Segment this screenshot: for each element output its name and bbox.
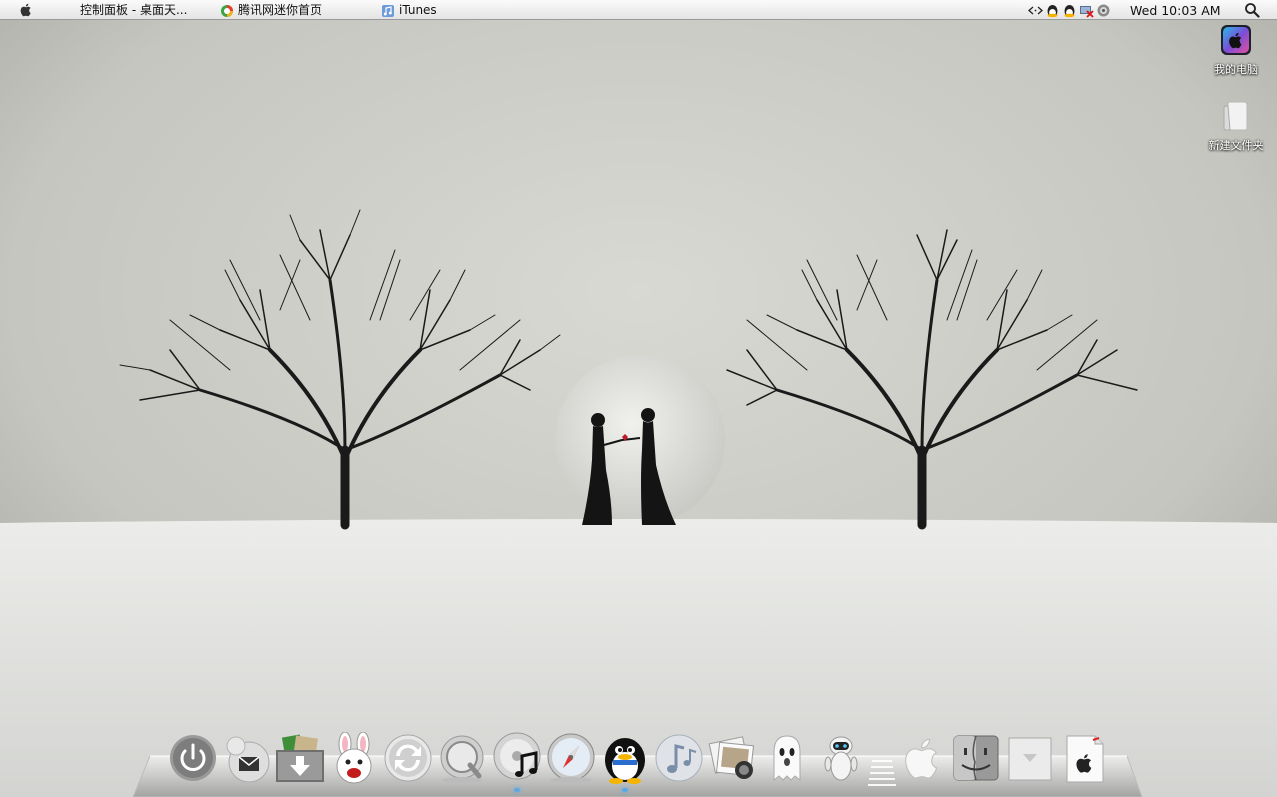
dock-item-qq[interactable] xyxy=(600,732,650,784)
network-arrows-icon[interactable] xyxy=(1028,3,1043,18)
dock-item-power[interactable] xyxy=(168,732,218,784)
dock-item-rabbit[interactable] xyxy=(329,731,379,784)
quicktime-icon xyxy=(440,735,484,783)
desktop-icon-new-folder[interactable]: 新建文件夹 xyxy=(1201,100,1271,153)
dock-item-robot[interactable] xyxy=(816,732,866,784)
running-indicator xyxy=(514,788,520,792)
dock-item-finder[interactable] xyxy=(951,732,1001,784)
qq-icon[interactable] xyxy=(1062,3,1077,18)
robot-icon xyxy=(824,736,858,781)
dock-item-safari[interactable] xyxy=(546,732,596,784)
taskbar-item-tencent[interactable]: 腾讯网迷你首页 xyxy=(220,3,322,18)
sync-icon xyxy=(384,734,432,782)
safari-icon xyxy=(547,733,595,783)
dock-item-photos[interactable] xyxy=(708,732,758,784)
menu-bar-clock[interactable]: Wed 10:03 AM xyxy=(1130,3,1221,18)
menu-bar: 控制面板 - 桌面天... 腾讯网迷你首页 iTunes Wed 10:03 A… xyxy=(0,0,1277,20)
spotlight-search-icon[interactable] xyxy=(1244,2,1260,18)
itunes-icon xyxy=(382,4,394,17)
taskbar-item-control-panel[interactable]: 控制面板 - 桌面天... xyxy=(80,3,187,18)
rabbit-icon xyxy=(336,731,372,784)
download-icon xyxy=(276,734,324,782)
ghost-icon xyxy=(773,735,801,782)
music-icon xyxy=(655,734,703,782)
photos-icon xyxy=(708,736,755,779)
desktop-icon-label: 新建文件夹 xyxy=(1208,139,1264,152)
dock-item-mail[interactable] xyxy=(222,732,272,784)
dock-item-music[interactable] xyxy=(654,732,704,784)
dock-item-sync[interactable] xyxy=(383,732,433,784)
taskbar-item-itunes[interactable]: iTunes xyxy=(381,3,437,18)
power-icon xyxy=(170,735,216,781)
qq-icon[interactable] xyxy=(1045,3,1060,18)
taskbar-item-label: 控制面板 - 桌面天... xyxy=(80,3,188,17)
apple-icon xyxy=(905,738,938,779)
running-indicator xyxy=(622,788,628,792)
folder-icon xyxy=(1223,101,1248,131)
desktop-icon-my-computer[interactable]: 我的电脑 xyxy=(1201,24,1271,77)
desktop-icon-label: 我的电脑 xyxy=(1214,63,1258,76)
dock-item-apple-doc[interactable] xyxy=(1059,732,1109,784)
itunes-disc-icon xyxy=(493,732,541,780)
system-tray xyxy=(1028,2,1113,18)
dock-item-downloads[interactable] xyxy=(275,732,325,784)
qq-penguin-icon xyxy=(605,738,645,784)
speaker-icon[interactable] xyxy=(1096,3,1111,18)
volume-muted-icon[interactable] xyxy=(1079,3,1094,18)
tencent-icon xyxy=(221,4,233,17)
stack-icon xyxy=(1008,737,1052,781)
my-computer-icon xyxy=(1221,25,1251,55)
dock-item-itunes[interactable] xyxy=(492,732,542,784)
mail-icon xyxy=(226,736,270,783)
dock-item-quicktime[interactable] xyxy=(437,732,487,784)
moon xyxy=(555,355,725,525)
taskbar-item-label: 腾讯网迷你首页 xyxy=(238,3,323,17)
dock-item-stack[interactable] xyxy=(1005,732,1055,784)
finder-icon xyxy=(953,735,999,781)
taskbar-item-label: iTunes xyxy=(399,3,437,17)
dock-item-ghost[interactable] xyxy=(762,732,812,784)
desktop-wallpaper xyxy=(0,20,1277,797)
dock-item-apple[interactable] xyxy=(898,732,948,784)
apple-doc-icon xyxy=(1066,735,1104,783)
apple-menu-icon[interactable] xyxy=(18,2,34,18)
